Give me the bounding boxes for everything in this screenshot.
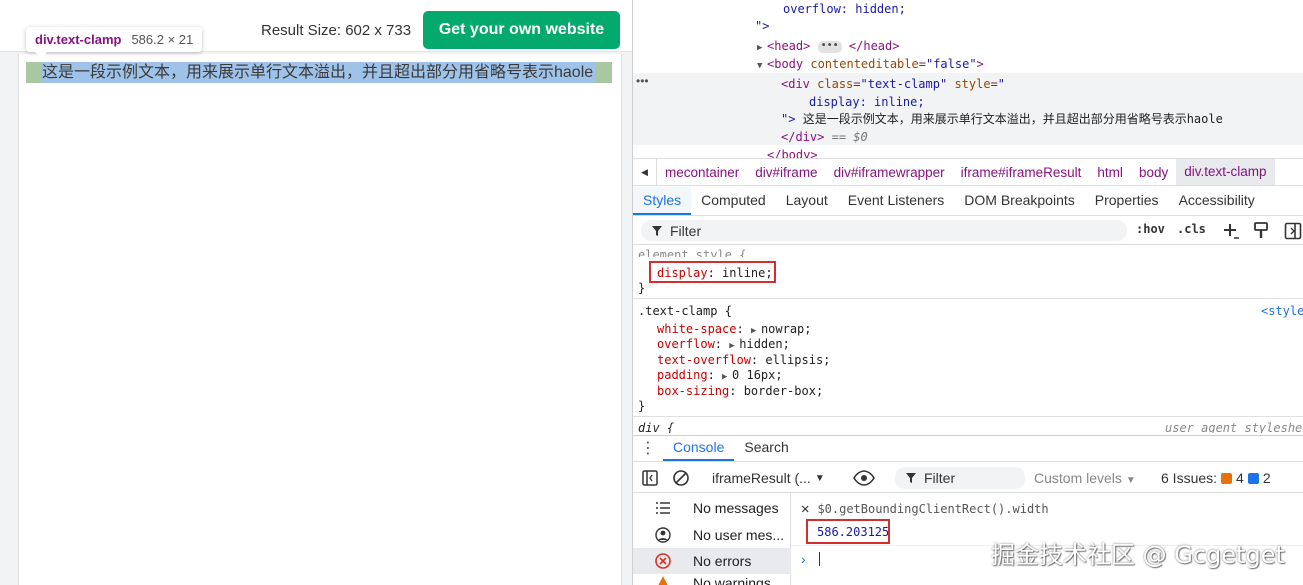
element-style-selector[interactable]: element.style { [638,247,746,257]
close-icon: ✕ [801,501,810,517]
tab-layout[interactable]: Layout [776,187,838,215]
drawer-menu-icon[interactable]: ⋮ [633,435,663,461]
watermark: 掘金技术社区 @ Gcgetget [991,541,1285,569]
tab-event-listeners[interactable]: Event Listeners [838,187,955,215]
tab-computed[interactable]: Computed [691,187,776,215]
styles-filter-bar: Filter :hov .cls [633,217,1303,245]
tooltip-element-name: div.text-clamp [35,32,122,47]
eye-icon[interactable] [853,470,875,486]
new-style-rule-icon[interactable] [1222,222,1240,240]
console-toolbar: iframeResult (... ▼ Filter Custom levels… [633,463,1303,493]
error-icon [655,553,671,569]
element-style-close: } [638,281,646,295]
dom-node-body[interactable]: ▼ <body contenteditable="false"> [757,55,984,73]
styles-filter-placeholder: Filter [670,222,702,239]
hov-toggle[interactable]: :hov [1136,222,1165,236]
tooltip-element-size: 586.2 × 21 [131,32,194,47]
console-sidebar: No messages No user mes... No errors No … [633,494,791,585]
cls-toggle[interactable]: .cls [1177,222,1206,236]
dom-div-style-value[interactable]: display: inline; [809,93,925,111]
crumb-div-text-clamp[interactable]: div.text-clamp [1176,159,1275,185]
breadcrumb-scroll-left-icon[interactable]: ◀ [633,159,657,185]
crumb-body[interactable]: body [1131,165,1176,180]
text-clamp-close: } [638,399,646,413]
devtools-panel: ••• overflow: hidden; "> ▶ <head> ••• </h… [632,0,1303,585]
console-prompt-icon: › [801,551,806,567]
collapse-triangle-icon[interactable]: ▼ [757,57,767,75]
chevron-down-icon: ▼ [814,472,825,484]
console-filter-input[interactable]: Filter [895,467,1025,489]
user-agent-stylesheet-label: user agent stylesheet [1165,421,1303,433]
tab-console[interactable]: Console [663,435,735,461]
prop-overflow[interactable]: overflow: ▶ hidden; [657,336,790,352]
prop-box-sizing[interactable]: box-sizing: border-box; [657,383,823,399]
dom-body-close[interactable]: </body> [767,146,818,158]
chevron-down-icon: ▼ [1125,475,1136,486]
console-input-echo: ✕ $0.getBoundingClientRect().width [801,501,1049,517]
context-selector-value: iframeResult (... [712,470,811,486]
styles-filter-input[interactable]: Filter [641,220,1127,241]
breadcrumb: ◀ mecontainer div#iframe div#iframewrapp… [633,158,1303,186]
crumb-div-iframewrapper[interactable]: div#iframewrapper [826,165,953,180]
drawer-tab-bar: ⋮ Console Search [633,435,1303,462]
user-icon [655,527,671,543]
result-iframe [18,54,622,585]
sidebar-item-errors[interactable]: No errors [633,548,791,574]
prop-padding[interactable]: padding: ▶ 0 16px; [657,367,783,383]
tab-accessibility[interactable]: Accessibility [1169,187,1265,215]
text-clamp-div[interactable]: 这是一段示例文本，用来展示单行文本溢出，并且超出部分用省略号表示haole [42,62,602,83]
tab-dom-breakpoints[interactable]: DOM Breakpoints [954,187,1084,215]
warning-icon [658,576,668,585]
prop-text-overflow[interactable]: text-overflow: ellipsis; [657,352,830,368]
styles-tab-bar: Styles Computed Layout Event Listeners D… [633,187,1303,216]
filter-icon [906,473,916,483]
context-selector[interactable]: iframeResult (... ▼ [709,467,839,489]
crumb-html[interactable]: html [1089,165,1131,180]
tab-search[interactable]: Search [734,435,798,461]
clear-console-icon[interactable] [672,469,690,487]
console-sidebar-icon[interactable] [642,470,658,486]
paint-bucket-icon[interactable] [1253,222,1269,240]
dom-node-div[interactable]: <div class="text-clamp" style=" [781,75,1005,93]
info-badge-icon [1247,472,1259,484]
result-preview-panel: Result Size: 602 x 733 Get your own webs… [0,0,632,585]
result-size-label: Result Size: 602 x 733 [261,22,412,39]
prop-white-space[interactable]: white-space: ▶ nowrap; [657,321,812,337]
warning-badge-icon [1221,472,1233,484]
dom-node-head[interactable]: ▶ <head> ••• </head> [757,37,899,55]
div-selector[interactable]: div { [638,420,674,433]
annotation-box-display-inline [649,261,776,283]
text-clamp-source-link[interactable]: <style [1261,303,1303,319]
issues-counter[interactable]: 6 Issues: 4 2 [1161,470,1271,486]
toggle-sidebar-icon[interactable] [1284,222,1302,240]
crumb-div-iframe[interactable]: div#iframe [747,165,825,180]
text-clamp-selector[interactable]: .text-clamp { [638,303,732,319]
crumb-iframe-result[interactable]: iframe#iframeResult [953,165,1090,180]
crumb-mecontainer[interactable]: mecontainer [657,165,747,180]
more-options-dots-icon[interactable]: ••• [636,74,649,88]
get-own-website-button[interactable]: Get your own website [423,11,620,49]
dom-line-overflow[interactable]: overflow: hidden; [783,0,906,18]
sidebar-item-user-messages[interactable]: No user mes... [633,522,791,548]
filter-icon [652,225,662,236]
dom-div-close[interactable]: </div> == $0 [781,128,868,146]
inspect-tooltip: div.text-clamp 586.2 × 21 [26,27,203,52]
console-input-caret[interactable] [819,552,820,566]
log-levels-dropdown[interactable]: Custom levels ▼ [1034,470,1136,486]
tab-properties[interactable]: Properties [1085,187,1169,215]
list-icon [656,502,670,514]
console-filter-placeholder: Filter [924,470,956,486]
rule-divider [633,416,1303,417]
tooltip-arrow [34,51,48,58]
dom-div-text[interactable]: "> 这是一段示例文本，用来展示单行文本溢出，并且超出部分用省略号表示haole [781,110,1223,128]
sidebar-item-warnings[interactable]: No warnings [633,575,791,585]
collapsed-children-icon[interactable]: ••• [817,40,842,53]
dom-line-style-close[interactable]: "> [755,17,769,35]
rule-divider [633,298,1303,299]
sidebar-item-messages[interactable]: No messages [633,495,791,521]
annotation-box-width-result [806,519,890,544]
tab-styles[interactable]: Styles [633,187,692,215]
